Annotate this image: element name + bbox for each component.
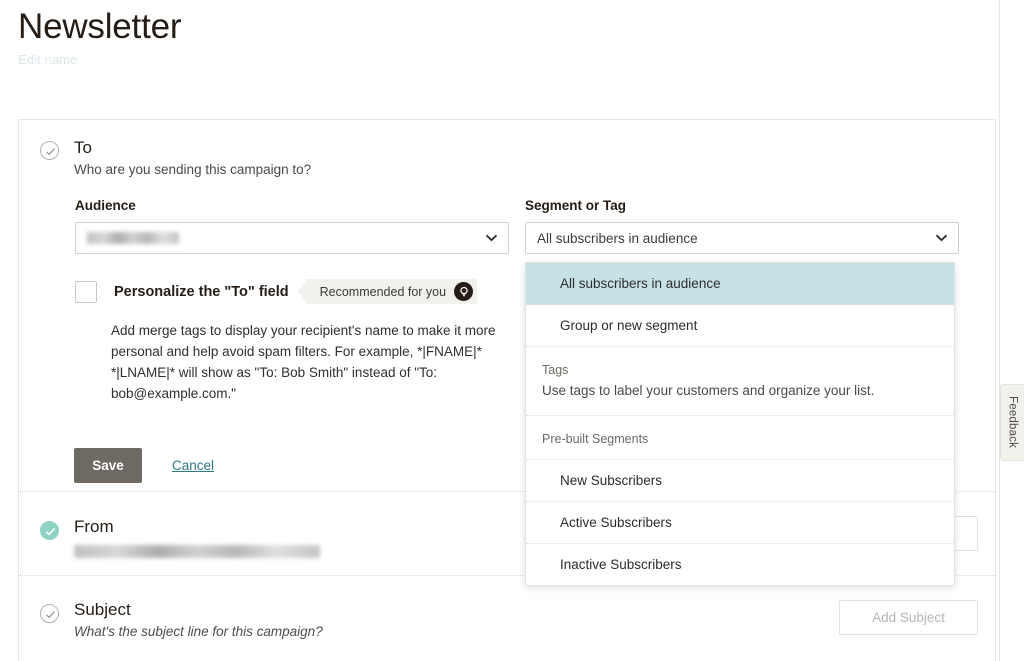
dropdown-group-tags: Tags Use tags to label your customers an… (526, 347, 954, 416)
dropdown-group-tags-description: Use tags to label your customers and org… (542, 380, 938, 401)
segment-dropdown-menu: All subscribers in audience Group or new… (525, 262, 955, 586)
to-title: To (74, 137, 311, 159)
segment-label: Segment or Tag (525, 198, 959, 213)
lightbulb-icon (454, 282, 473, 301)
dropdown-item-new-subscribers[interactable]: New Subscribers (526, 460, 954, 502)
personalize-row: Personalize the "To" field Recommended f… (75, 279, 477, 304)
segment-select-value: All subscribers in audience (537, 231, 698, 246)
from-value-redacted (74, 545, 320, 558)
dropdown-item-active-subscribers[interactable]: Active Subscribers (526, 502, 954, 544)
campaign-builder-page: Newsletter Edit name Feedback To Who are… (0, 0, 1024, 661)
save-button[interactable]: Save (74, 448, 142, 483)
dropdown-group-tags-title: Tags (542, 360, 938, 380)
to-heading-block: To Who are you sending this campaign to? (74, 137, 311, 179)
dropdown-group-prebuilt: Pre-built Segments (526, 416, 954, 460)
check-icon (44, 608, 57, 621)
personalize-label: Personalize the "To" field (114, 284, 289, 300)
segment-select[interactable]: All subscribers in audience (525, 222, 959, 254)
right-divider (999, 0, 1000, 661)
to-actions: Save Cancel (74, 448, 214, 483)
subject-title: Subject (74, 599, 323, 621)
segment-field-group: Segment or Tag All subscribers in audien… (525, 198, 959, 254)
recommended-badge-label: Recommended for you (320, 285, 446, 299)
cancel-button[interactable]: Cancel (172, 458, 214, 473)
page-title: Newsletter (18, 6, 181, 48)
subject-status-icon (40, 604, 59, 623)
from-heading-block: From (74, 516, 320, 558)
to-status-icon (40, 141, 59, 160)
subject-heading-block: Subject What's the subject line for this… (74, 599, 323, 641)
chevron-down-icon (935, 234, 948, 243)
add-subject-button[interactable]: Add Subject (839, 600, 978, 635)
audience-label: Audience (75, 198, 509, 213)
recommended-badge: Recommended for you (306, 279, 477, 304)
subject-subtitle: What's the subject line for this campaig… (74, 622, 323, 641)
personalize-checkbox[interactable] (75, 281, 97, 303)
dropdown-item-all-subscribers[interactable]: All subscribers in audience (526, 263, 954, 305)
audience-select[interactable] (75, 222, 509, 254)
dropdown-item-inactive-subscribers[interactable]: Inactive Subscribers (526, 544, 954, 585)
audience-field-group: Audience (75, 198, 509, 254)
check-icon (44, 145, 57, 158)
audience-value-redacted (87, 232, 179, 244)
edit-name-link[interactable]: Edit name (18, 52, 181, 67)
personalize-help-text: Add merge tags to display your recipient… (111, 320, 496, 404)
check-icon (44, 525, 57, 538)
to-subtitle: Who are you sending this campaign to? (74, 160, 311, 179)
page-header: Newsletter Edit name (18, 6, 181, 67)
from-status-icon (40, 521, 59, 540)
chevron-down-icon (485, 234, 498, 243)
feedback-tab[interactable]: Feedback (1000, 384, 1024, 461)
dropdown-group-prebuilt-title: Pre-built Segments (542, 429, 938, 449)
feedback-tab-label: Feedback (1007, 396, 1019, 448)
from-title: From (74, 516, 320, 538)
dropdown-item-group-or-new-segment[interactable]: Group or new segment (526, 305, 954, 347)
